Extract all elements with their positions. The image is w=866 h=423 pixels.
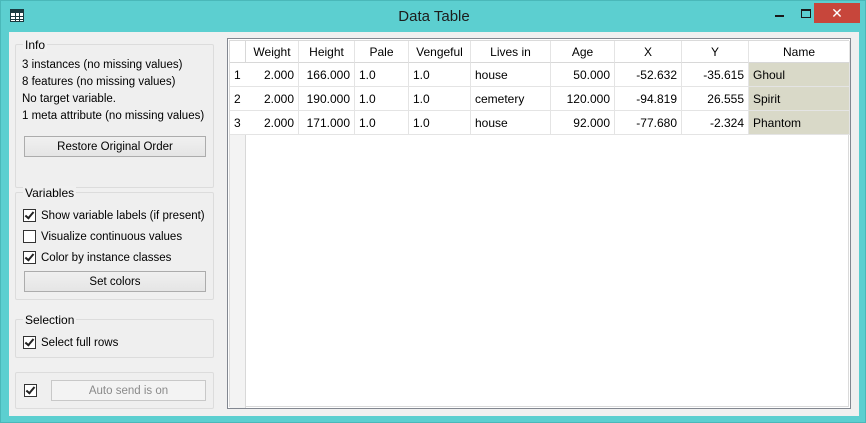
table-cell[interactable]: 171.000 [299,111,355,135]
table-cell[interactable]: 92.000 [551,111,615,135]
table-cell[interactable]: 1.0 [355,63,409,87]
column-header-height[interactable]: Height [299,41,355,63]
checkbox-label: Select full rows [41,336,119,349]
table-cell[interactable]: 120.000 [551,87,615,111]
column-header-vengeful[interactable]: Vengeful [409,41,471,63]
checkbox-box [23,251,36,264]
set-colors-button[interactable]: Set colors [24,271,206,292]
data-table-window: Data Table ✕ Info 3 instances (no missin… [0,0,866,423]
maximize-icon [800,8,811,18]
show-variable-labels-checkbox[interactable]: Show variable labels (if present) [23,209,205,222]
checkbox-box [23,209,36,222]
row-number[interactable]: 3 [230,111,246,135]
checkbox-label: Visualize continuous values [41,230,183,243]
column-header-lives-in[interactable]: Lives in [471,41,551,63]
table-cell[interactable]: 2.000 [246,63,299,87]
table-cell-meta[interactable]: Ghoul [749,63,850,87]
table-cell-meta[interactable]: Phantom [749,111,850,135]
table-cell[interactable]: -94.819 [615,87,682,111]
title-bar[interactable]: Data Table ✕ [1,1,866,32]
visualize-continuous-checkbox[interactable]: Visualize continuous values [23,230,182,243]
select-full-rows-checkbox[interactable]: Select full rows [23,336,118,349]
info-target: No target variable. [22,93,116,105]
check-icon [24,251,35,262]
info-instances: 3 instances (no missing values) [22,59,183,71]
table-cell[interactable]: 2.000 [246,111,299,135]
data-table-grid: Weight Height Pale Vengeful Lives in Age… [229,40,850,408]
checkbox-box [23,336,36,349]
table-cell[interactable]: cemetery [471,87,551,111]
row-number[interactable]: 1 [230,63,246,87]
minimize-button[interactable] [766,3,793,23]
table-cell[interactable]: 50.000 [551,63,615,87]
table-cell[interactable]: 1.0 [409,87,471,111]
checkbox-label: Show variable labels (if present) [41,209,205,222]
restore-order-button[interactable]: Restore Original Order [24,136,206,157]
info-group-title: Info [23,38,48,52]
data-table[interactable]: Weight Height Pale Vengeful Lives in Age… [227,38,851,409]
table-cell[interactable]: -2.324 [682,111,749,135]
client-area: Info 3 instances (no missing values) 8 f… [9,32,859,416]
color-by-class-checkbox[interactable]: Color by instance classes [23,251,171,264]
selection-group-title: Selection [23,313,77,327]
table-cell[interactable]: 1.0 [409,63,471,87]
table-cell[interactable]: -52.632 [615,63,682,87]
check-icon [24,209,35,220]
table-cell-meta[interactable]: Spirit [749,87,850,111]
table-corner[interactable] [230,41,246,63]
close-button[interactable]: ✕ [814,3,860,23]
close-icon: ✕ [831,4,843,21]
table-cell[interactable]: house [471,111,551,135]
check-icon [24,336,35,347]
row-number[interactable]: 2 [230,87,246,111]
column-header-pale[interactable]: Pale [355,41,409,63]
table-cell[interactable]: 2.000 [246,87,299,111]
checkbox-label: Color by instance classes [41,251,172,264]
table-cell[interactable]: -35.615 [682,63,749,87]
check-icon [25,384,36,395]
table-cell[interactable]: 1.0 [355,111,409,135]
column-header-age[interactable]: Age [551,41,615,63]
checkbox-box [23,230,36,243]
table-cell[interactable]: 166.000 [299,63,355,87]
table-cell[interactable]: -77.680 [615,111,682,135]
table-cell[interactable]: 26.555 [682,87,749,111]
minimize-icon [775,15,784,17]
table-cell[interactable]: house [471,63,551,87]
info-features: 8 features (no missing values) [22,76,176,88]
table-cell[interactable]: 1.0 [355,87,409,111]
auto-send-button[interactable]: Auto send is on [51,380,206,401]
info-meta: 1 meta attribute (no missing values) [22,110,205,122]
table-cell[interactable]: 1.0 [409,111,471,135]
column-header-name[interactable]: Name [749,41,850,63]
table-cell[interactable]: 190.000 [299,87,355,111]
variables-group-title: Variables [23,186,77,200]
window-title: Data Table [398,8,470,25]
column-header-x[interactable]: X [615,41,682,63]
autosend-checkbox[interactable] [24,384,42,397]
column-header-y[interactable]: Y [682,41,749,63]
checkbox-box [24,384,37,397]
column-header-weight[interactable]: Weight [246,41,299,63]
